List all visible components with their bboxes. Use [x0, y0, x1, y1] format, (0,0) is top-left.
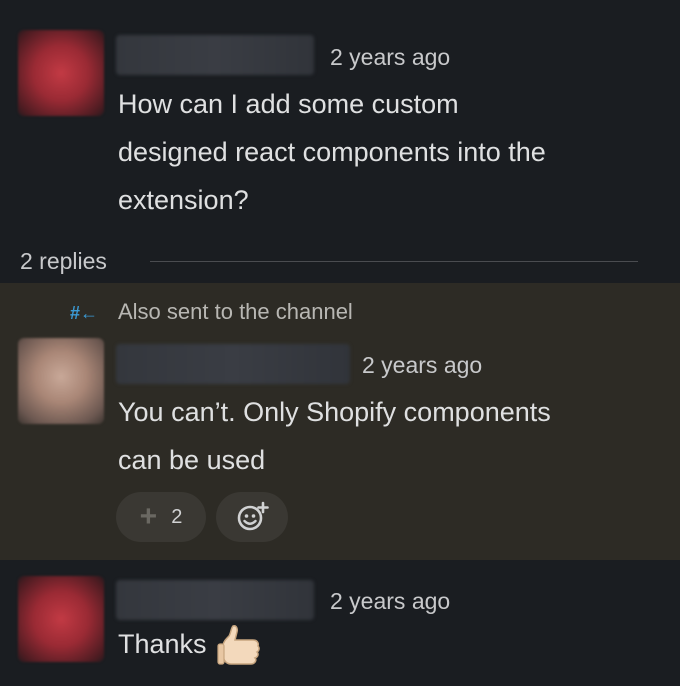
channel-broadcast-icon: #← — [70, 303, 99, 323]
message-line: can be used — [118, 445, 266, 475]
timestamp[interactable]: 2 years ago — [330, 44, 450, 71]
reaction-count: 2 — [171, 505, 183, 528]
avatar[interactable] — [18, 576, 104, 662]
channel-note-text[interactable]: Also sent to the channel — [118, 299, 353, 324]
message-text: You can’t. Only Shopify components can b… — [118, 388, 551, 484]
message-line: designed react components into the — [118, 137, 546, 167]
thumbs-up-icon — [216, 624, 260, 665]
message-line: Thanks — [118, 629, 207, 659]
message-text: How can I add some custom designed react… — [118, 80, 546, 224]
author-name-redacted[interactable] — [116, 344, 350, 384]
also-sent-to-channel-note: #← Also sent to the channel — [70, 299, 353, 325]
author-name-redacted[interactable] — [116, 35, 314, 75]
replies-count[interactable]: 2 replies — [20, 248, 107, 275]
plus-icon: + — [139, 500, 158, 533]
message-line: How can I add some custom — [118, 89, 459, 119]
timestamp[interactable]: 2 years ago — [330, 588, 450, 615]
thread-replies-divider: 2 replies — [0, 240, 680, 282]
message-line: You can’t. Only Shopify components — [118, 397, 551, 427]
divider-line — [150, 261, 638, 262]
author-name-redacted[interactable] — [116, 580, 314, 620]
avatar[interactable] — [18, 338, 104, 424]
avatar[interactable] — [18, 30, 104, 116]
add-reaction-button[interactable] — [216, 492, 288, 542]
message-line: extension? — [118, 185, 249, 215]
add-emoji-icon — [237, 501, 269, 531]
reaction-pill[interactable]: + 2 — [116, 492, 206, 542]
timestamp[interactable]: 2 years ago — [362, 352, 482, 379]
message-text: Thanks — [118, 620, 263, 668]
